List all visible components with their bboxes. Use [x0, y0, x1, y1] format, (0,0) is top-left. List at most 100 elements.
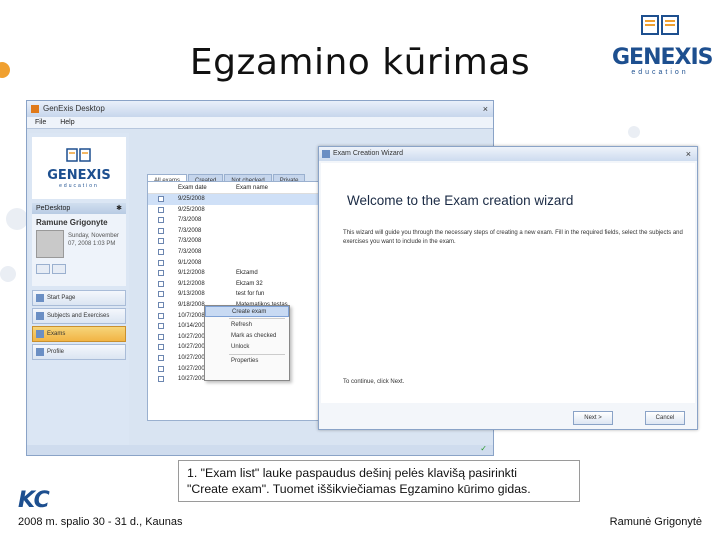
row-checkbox[interactable] [158, 344, 164, 351]
exam-list-header: Exam date Exam name [148, 182, 318, 194]
sidebar-item-profile[interactable]: Profile [32, 344, 126, 360]
sidebar-item-label: Profile [47, 349, 65, 355]
sidebar-section-header: PeDesktop ✱ [32, 203, 126, 214]
wizard-titlebar: Exam Creation Wizard × [319, 147, 697, 161]
row-checkbox[interactable] [158, 259, 164, 266]
menu-separator [229, 318, 285, 319]
cancel-button[interactable]: Cancel [645, 411, 685, 425]
close-icon[interactable]: × [483, 101, 488, 117]
menu-item-unlock[interactable]: Unlock [205, 342, 289, 353]
row-checkbox[interactable] [158, 354, 164, 361]
sidebar-item-label: Subjects and Exercises [47, 313, 110, 319]
row-checkbox[interactable] [158, 227, 164, 234]
row-checkbox[interactable] [158, 238, 164, 245]
row-checkbox[interactable] [158, 291, 164, 298]
book-icon [66, 148, 91, 162]
column-header-date[interactable]: Exam date [178, 182, 207, 194]
table-row[interactable]: 9/12/2008 Ekzamd [148, 268, 318, 279]
table-row[interactable]: 7/3/2008 [148, 215, 318, 226]
book-icon [641, 15, 679, 35]
table-row[interactable]: 9/12/2008 Ekzam 32 [148, 279, 318, 290]
menu-item-refresh[interactable]: Refresh [205, 320, 289, 331]
home-icon [36, 294, 44, 302]
sidebar-item-exams[interactable]: Exams [32, 326, 126, 342]
row-checkbox[interactable] [158, 196, 164, 202]
exam-name: Ekzam 32 [236, 280, 263, 287]
decorative-dot [0, 266, 16, 282]
exam-date: 7/3/2008 [178, 217, 202, 224]
wizard-body: Welcome to the Exam creation wizard This… [321, 163, 695, 403]
wizard-continue-hint: To continue, click Next. [343, 379, 405, 385]
row-checkbox[interactable] [158, 365, 164, 372]
menu-item-mark-as-checked[interactable]: Mark as checked [205, 331, 289, 342]
row-checkbox[interactable] [158, 333, 164, 340]
row-checkbox[interactable] [158, 217, 164, 224]
pin-icon[interactable]: ✱ [116, 203, 122, 214]
user-name: Ramune Grigonyte [36, 218, 108, 227]
footer-author: Ramunė Grigonytė [609, 516, 702, 528]
table-row[interactable]: 9/13/2008 test for fun [148, 289, 318, 300]
menu-item-properties[interactable]: Properties [205, 356, 289, 367]
row-checkbox[interactable] [158, 312, 164, 319]
user-logout-button[interactable] [52, 264, 66, 274]
row-checkbox[interactable] [158, 376, 164, 383]
row-checkbox[interactable] [158, 270, 164, 277]
exam-name: test for fun [236, 291, 265, 298]
table-row[interactable]: 9/1/2008 [148, 258, 318, 269]
exam-date: 7/3/2008 [178, 238, 202, 245]
kc-logo: KC [18, 488, 50, 513]
sidebar: GENEXIS education PeDesktop ✱ Ramune Gri… [29, 133, 129, 455]
sidebar-logo-subtext: education [59, 183, 99, 189]
row-checkbox[interactable] [158, 280, 164, 287]
wizard-title: Exam Creation Wizard [333, 150, 404, 157]
sidebar-item-subjects[interactable]: Subjects and Exercises [32, 308, 126, 324]
footer-date-location: 2008 m. spalio 30 - 31 d., Kaunas [18, 516, 183, 528]
caption-line: "Create exam". Tuomet iššikviečiamas Egz… [187, 482, 531, 496]
table-row[interactable]: 9/25/2008 [148, 205, 318, 216]
row-checkbox[interactable] [158, 323, 164, 330]
context-menu: Create exam Refresh Mark as checked Unlo… [204, 305, 290, 381]
table-row[interactable]: 7/3/2008 [148, 247, 318, 258]
decorative-dot [6, 208, 28, 230]
exam-date: 9/25/2008 [178, 206, 205, 213]
exam-tabs: All examsCreatedNot checkedPrivate [147, 169, 306, 186]
menu-separator [229, 354, 285, 355]
row-checkbox[interactable] [158, 301, 164, 308]
exam-icon [36, 330, 44, 338]
avatar [36, 230, 64, 258]
exam-list[interactable]: Exam date Exam name 9/25/2008 9/25/2008 7/… [147, 181, 319, 421]
row-checkbox[interactable] [158, 206, 164, 213]
app-titlebar: GenExis Desktop × [27, 101, 493, 117]
exam-date: 9/12/2008 [178, 270, 205, 277]
sidebar-logo-wordmark: GENEXIS [47, 168, 111, 183]
user-settings-button[interactable] [36, 264, 50, 274]
table-row[interactable]: 9/25/2008 [148, 194, 318, 205]
exam-date: 9/25/2008 [178, 196, 205, 202]
exam-date: 9/13/2008 [178, 291, 205, 298]
sidebar-logo: GENEXIS education [32, 137, 126, 199]
table-row[interactable]: 7/3/2008 [148, 236, 318, 247]
user-panel: Ramune Grigonyte Sunday, November 07, 20… [32, 214, 126, 286]
column-header-name[interactable]: Exam name [236, 182, 268, 194]
sidebar-item-label: Exams [47, 331, 66, 337]
wizard-description: This wizard will guide you through the n… [343, 230, 683, 245]
instruction-caption: 1. "Exam list" lauke paspaudus dešinį pe… [178, 460, 580, 502]
decorative-dot [628, 126, 640, 138]
genexis-logo: GENEXIS education [612, 12, 714, 82]
row-checkbox[interactable] [158, 248, 164, 255]
wizard-icon [322, 150, 330, 158]
next-button[interactable]: Next > [573, 411, 613, 425]
menu-item-create-exam[interactable]: Create exam [205, 306, 289, 317]
close-icon[interactable]: × [686, 147, 691, 161]
checkmark-icon: ✓ [480, 444, 487, 453]
sidebar-section-label: PeDesktop [36, 205, 71, 212]
user-date: Sunday, November 07, 2008 1:03 PM [68, 233, 119, 247]
logo-wordmark: GENEXIS [612, 45, 714, 70]
menu-help[interactable]: Help [60, 119, 74, 126]
book-icon [36, 312, 44, 320]
exam-date: 9/1/2008 [178, 259, 202, 266]
sidebar-item-start-page[interactable]: Start Page [32, 290, 126, 306]
exam-date: 9/18/2008 [178, 301, 205, 308]
menu-file[interactable]: File [35, 119, 46, 126]
table-row[interactable]: 7/3/2008 [148, 226, 318, 237]
